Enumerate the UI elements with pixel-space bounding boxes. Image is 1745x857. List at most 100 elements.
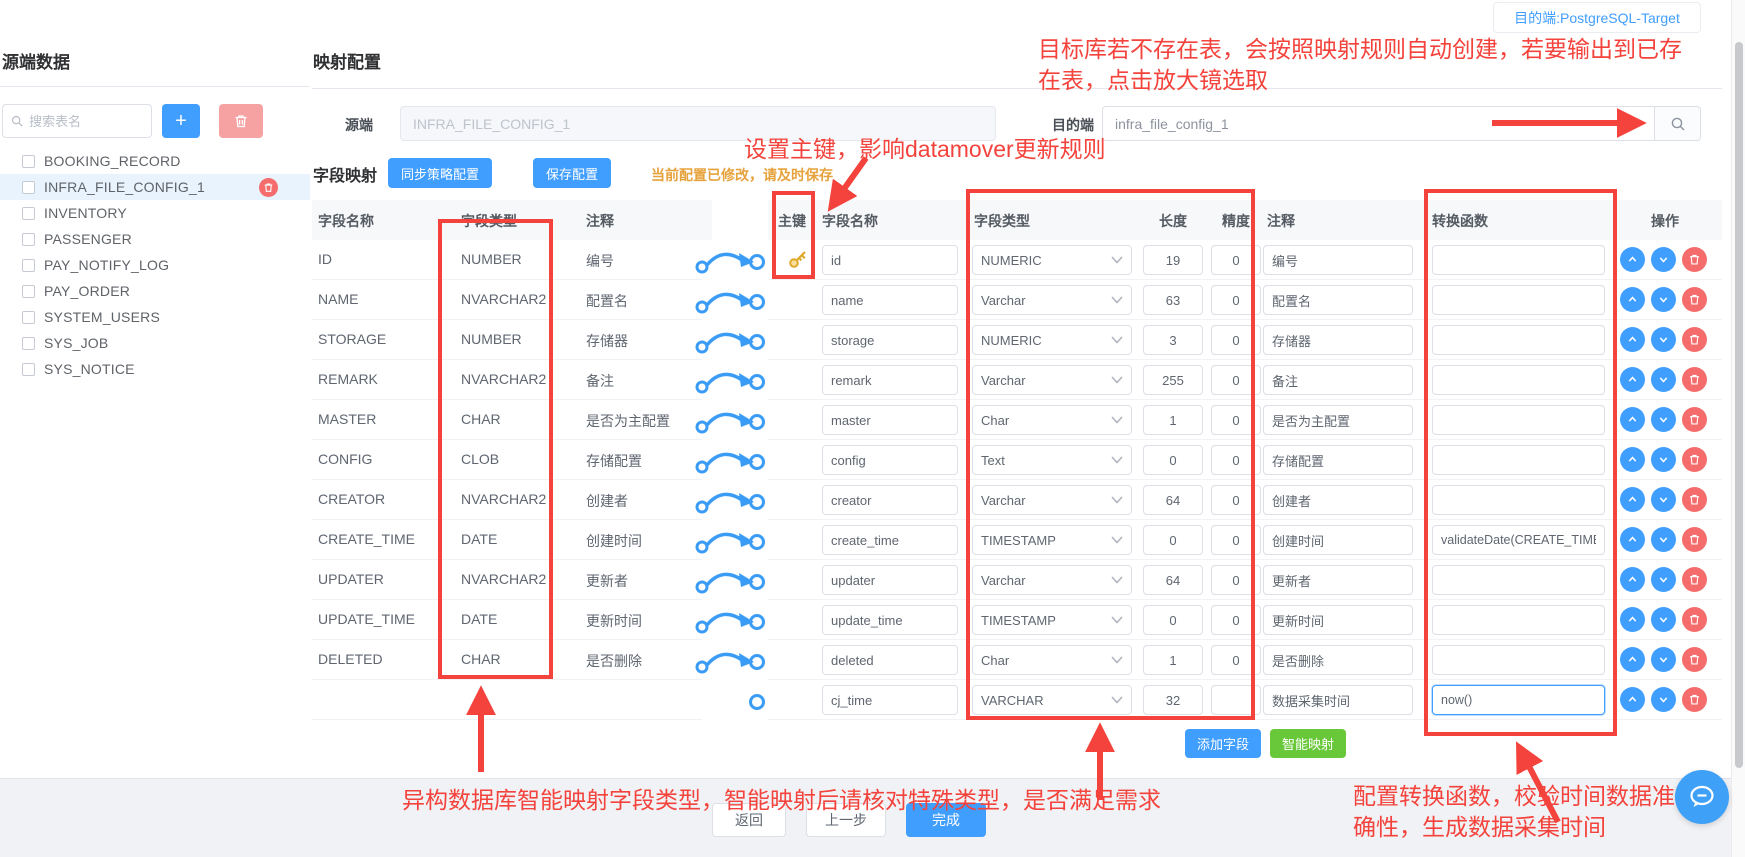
- smart-mapping-button[interactable]: 智能映射: [1270, 729, 1347, 758]
- move-up-button[interactable]: [1620, 647, 1645, 672]
- vertical-scrollbar[interactable]: [1731, 0, 1745, 857]
- move-up-button[interactable]: [1620, 327, 1645, 352]
- target-field-name-input[interactable]: [822, 645, 958, 675]
- prev-step-button[interactable]: 上一步: [806, 803, 886, 837]
- length-input[interactable]: [1143, 245, 1203, 275]
- mapping-connector[interactable]: [695, 640, 770, 680]
- target-field-name-input[interactable]: [822, 285, 958, 315]
- target-field-name-input[interactable]: [822, 525, 958, 555]
- transform-function-input[interactable]: [1432, 605, 1605, 635]
- move-down-button[interactable]: [1651, 367, 1676, 392]
- comment-input[interactable]: [1263, 685, 1413, 715]
- move-down-button[interactable]: [1651, 687, 1676, 712]
- length-input[interactable]: [1143, 525, 1203, 555]
- target-field-type-select[interactable]: TIMESTAMP: [972, 525, 1132, 555]
- transform-function-input[interactable]: [1432, 445, 1605, 475]
- add-field-button[interactable]: 添加字段: [1185, 729, 1262, 758]
- target-field-type-select[interactable]: VARCHAR: [972, 685, 1132, 715]
- comment-input[interactable]: [1263, 365, 1413, 395]
- primary-key-icon[interactable]: [788, 249, 808, 269]
- length-input[interactable]: [1143, 325, 1203, 355]
- delete-field-button[interactable]: [1682, 487, 1707, 512]
- target-field-type-select[interactable]: NUMERIC: [972, 245, 1132, 275]
- length-input[interactable]: [1143, 485, 1203, 515]
- precision-input[interactable]: [1211, 485, 1261, 515]
- target-field-name-input[interactable]: [822, 445, 958, 475]
- table-checkbox[interactable]: [22, 232, 35, 246]
- move-up-button[interactable]: [1620, 567, 1645, 592]
- table-search-input[interactable]: [29, 113, 143, 129]
- target-table-input[interactable]: [1102, 106, 1655, 141]
- mapping-connector[interactable]: [695, 680, 770, 720]
- precision-input[interactable]: [1211, 525, 1261, 555]
- target-field-name-input[interactable]: [822, 245, 958, 275]
- comment-input[interactable]: [1263, 645, 1413, 675]
- target-table-picker-button[interactable]: [1655, 106, 1701, 141]
- move-down-button[interactable]: [1651, 567, 1676, 592]
- comment-input[interactable]: [1263, 605, 1413, 635]
- target-field-type-select[interactable]: Varchar: [972, 365, 1132, 395]
- length-input[interactable]: [1143, 605, 1203, 635]
- sync-strategy-button[interactable]: 同步策略配置: [388, 158, 493, 188]
- comment-input[interactable]: [1263, 485, 1413, 515]
- length-input[interactable]: [1143, 565, 1203, 595]
- transform-function-input[interactable]: [1432, 525, 1605, 555]
- move-down-button[interactable]: [1651, 247, 1676, 272]
- delete-field-button[interactable]: [1682, 247, 1707, 272]
- move-down-button[interactable]: [1651, 327, 1676, 352]
- target-field-name-input[interactable]: [822, 325, 958, 355]
- delete-field-button[interactable]: [1682, 687, 1707, 712]
- length-input[interactable]: [1143, 445, 1203, 475]
- precision-input[interactable]: [1211, 565, 1261, 595]
- save-config-button[interactable]: 保存配置: [533, 158, 612, 188]
- delete-field-button[interactable]: [1682, 367, 1707, 392]
- comment-input[interactable]: [1263, 525, 1413, 555]
- transform-function-input[interactable]: [1432, 565, 1605, 595]
- comment-input[interactable]: [1263, 325, 1413, 355]
- target-field-name-input[interactable]: [822, 685, 958, 715]
- precision-input[interactable]: [1211, 685, 1261, 715]
- length-input[interactable]: [1143, 285, 1203, 315]
- target-field-type-select[interactable]: Varchar: [972, 285, 1132, 315]
- delete-field-button[interactable]: [1682, 447, 1707, 472]
- delete-field-button[interactable]: [1682, 527, 1707, 552]
- comment-input[interactable]: [1263, 245, 1413, 275]
- table-checkbox[interactable]: [22, 258, 35, 272]
- move-up-button[interactable]: [1620, 247, 1645, 272]
- mapping-connector[interactable]: [695, 400, 770, 440]
- comment-input[interactable]: [1263, 565, 1413, 595]
- precision-input[interactable]: [1211, 285, 1261, 315]
- delete-field-button[interactable]: [1682, 607, 1707, 632]
- transform-function-input[interactable]: [1432, 245, 1605, 275]
- transform-function-input[interactable]: [1432, 365, 1605, 395]
- move-down-button[interactable]: [1651, 447, 1676, 472]
- table-checkbox[interactable]: [22, 362, 35, 376]
- table-checkbox[interactable]: [22, 154, 35, 168]
- precision-input[interactable]: [1211, 645, 1261, 675]
- chat-fab-button[interactable]: [1675, 770, 1729, 824]
- move-up-button[interactable]: [1620, 607, 1645, 632]
- table-checkbox[interactable]: [22, 310, 35, 324]
- back-button[interactable]: 返回: [712, 803, 786, 837]
- delete-table-button[interactable]: [259, 177, 278, 197]
- source-table-item[interactable]: INVENTORY: [0, 200, 310, 226]
- mapping-connector[interactable]: [695, 560, 770, 600]
- move-up-button[interactable]: [1620, 367, 1645, 392]
- delete-field-button[interactable]: [1682, 407, 1707, 432]
- mapping-connector[interactable]: [695, 320, 770, 360]
- target-field-type-select[interactable]: Varchar: [972, 485, 1132, 515]
- transform-function-input[interactable]: [1432, 285, 1605, 315]
- precision-input[interactable]: [1211, 445, 1261, 475]
- delete-field-button[interactable]: [1682, 327, 1707, 352]
- target-field-name-input[interactable]: [822, 605, 958, 635]
- move-down-button[interactable]: [1651, 407, 1676, 432]
- target-field-type-select[interactable]: TIMESTAMP: [972, 605, 1132, 635]
- mapping-connector[interactable]: [695, 480, 770, 520]
- target-field-type-select[interactable]: NUMERIC: [972, 325, 1132, 355]
- source-table-item[interactable]: SYS_JOB: [0, 330, 310, 356]
- target-field-type-select[interactable]: Char: [972, 405, 1132, 435]
- move-down-button[interactable]: [1651, 647, 1676, 672]
- scrollbar-thumb[interactable]: [1735, 42, 1743, 768]
- precision-input[interactable]: [1211, 405, 1261, 435]
- source-table-item[interactable]: PAY_NOTIFY_LOG: [0, 252, 310, 278]
